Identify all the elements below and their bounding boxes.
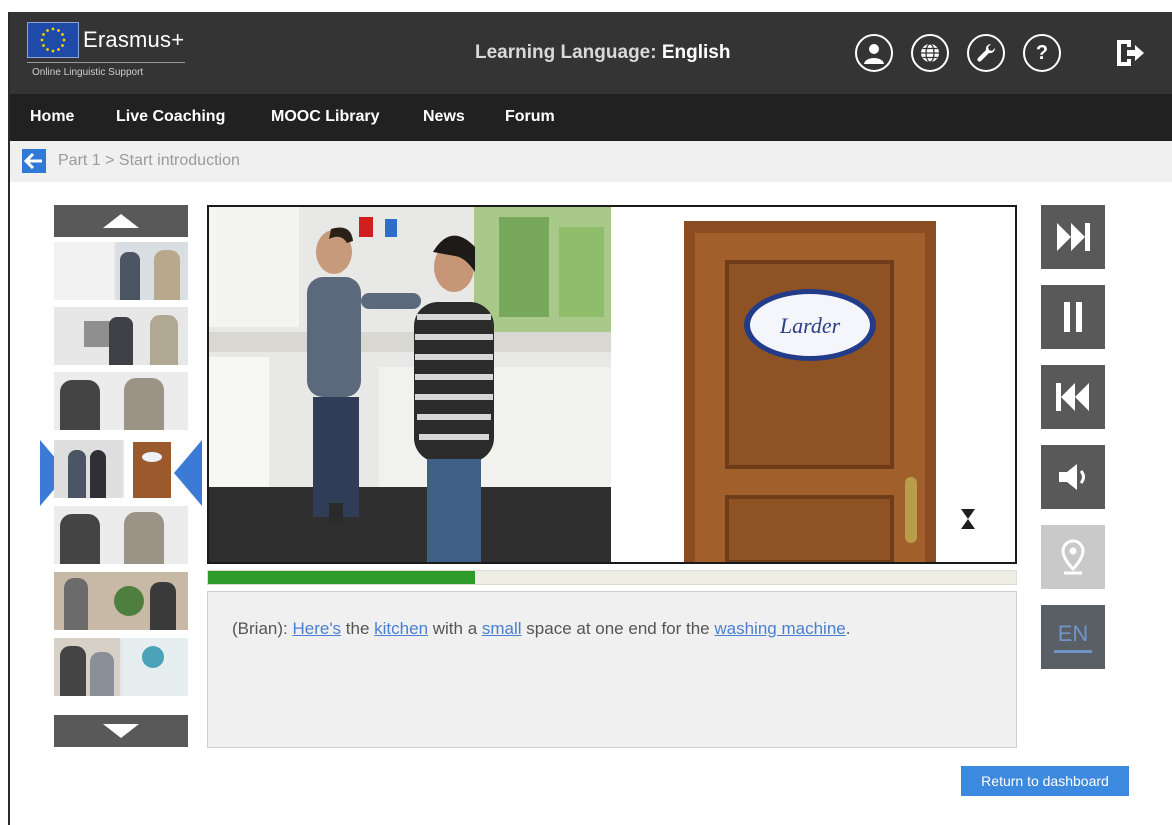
wrench-icon[interactable] bbox=[967, 34, 1005, 72]
thumbs-up-button[interactable] bbox=[54, 205, 188, 237]
vocab-link[interactable]: Here's bbox=[292, 619, 341, 638]
brand-name: Erasmus+ bbox=[83, 27, 185, 52]
volume-icon[interactable] bbox=[1041, 445, 1105, 509]
video-still: Larder bbox=[209, 207, 1015, 562]
caption-speaker: (Brian): bbox=[232, 619, 288, 638]
top-bar: Erasmus+ Online Linguistic Support Learn… bbox=[10, 12, 1172, 94]
active-thumb-marker-right bbox=[174, 440, 202, 506]
nav-forum[interactable]: Forum bbox=[505, 108, 555, 126]
caption-language-toggle[interactable]: EN bbox=[1041, 605, 1105, 669]
learning-language-label: Learning Language: bbox=[475, 42, 657, 63]
app-frame: Erasmus+ Online Linguistic Support Learn… bbox=[10, 12, 1172, 825]
vocab-link[interactable]: washing machine bbox=[714, 619, 845, 638]
caption-fragment: with a bbox=[428, 619, 482, 638]
nav-home[interactable]: Home bbox=[30, 108, 74, 126]
logout-icon[interactable] bbox=[1111, 34, 1147, 72]
location-pin-icon[interactable] bbox=[1041, 525, 1105, 589]
brand-subtitle: Online Linguistic Support bbox=[32, 67, 144, 78]
nav-mooc-library[interactable]: MOOC Library bbox=[271, 108, 379, 126]
breadcrumb: Part 1 > Start introduction bbox=[58, 152, 240, 169]
vocab-link[interactable]: kitchen bbox=[374, 619, 428, 638]
caption-language-label: EN bbox=[1057, 621, 1089, 646]
thumbnail-3[interactable] bbox=[54, 372, 188, 430]
caption-text: (Brian): Here's the kitchen with a small… bbox=[232, 619, 850, 639]
nav-news[interactable]: News bbox=[423, 108, 465, 126]
next-segment-button[interactable] bbox=[1041, 205, 1105, 269]
thumbnail-7[interactable] bbox=[54, 638, 188, 696]
globe-icon[interactable] bbox=[911, 34, 949, 72]
thumbs-down-button[interactable] bbox=[54, 715, 188, 747]
learning-language: Learning Language: English bbox=[475, 42, 730, 64]
learning-language-value: English bbox=[661, 42, 731, 63]
caption-language-underline bbox=[1054, 650, 1092, 653]
caption-fragment: . bbox=[845, 619, 851, 638]
video-frame[interactable]: Larder bbox=[207, 205, 1017, 564]
caption-fragment: the bbox=[341, 619, 375, 638]
door-sign-text: Larder bbox=[779, 313, 841, 338]
return-to-dashboard-button[interactable]: Return to dashboard bbox=[961, 766, 1129, 796]
breadcrumb-bar: Part 1 > Start introduction bbox=[10, 141, 1172, 182]
thumbnail-1[interactable] bbox=[54, 242, 188, 300]
caption-fragment: space at one end for the bbox=[521, 619, 715, 638]
main-nav: Home Live Coaching MOOC Library News For… bbox=[10, 94, 1172, 141]
vocab-link[interactable]: small bbox=[482, 619, 522, 638]
thumbnail-6[interactable] bbox=[54, 572, 188, 630]
thumbnail-2[interactable] bbox=[54, 307, 188, 365]
playback-progress-bar[interactable] bbox=[207, 570, 1017, 585]
back-arrow-icon[interactable] bbox=[22, 149, 46, 173]
caption-panel: (Brian): Here's the kitchen with a small… bbox=[207, 591, 1017, 748]
previous-segment-button[interactable] bbox=[1041, 365, 1105, 429]
thumbnail-5[interactable] bbox=[54, 506, 188, 564]
user-icon[interactable] bbox=[855, 34, 893, 72]
pause-button[interactable] bbox=[1041, 285, 1105, 349]
nav-live-coaching[interactable]: Live Coaching bbox=[116, 108, 225, 126]
progress-fill bbox=[208, 571, 475, 584]
help-glyph: ? bbox=[1035, 41, 1049, 64]
thumbnail-4-active[interactable] bbox=[54, 440, 188, 498]
eu-flag-icon bbox=[27, 22, 79, 58]
help-icon[interactable]: ? bbox=[1023, 34, 1061, 72]
erasmus-logo[interactable]: Erasmus+ Online Linguistic Support bbox=[27, 22, 187, 86]
